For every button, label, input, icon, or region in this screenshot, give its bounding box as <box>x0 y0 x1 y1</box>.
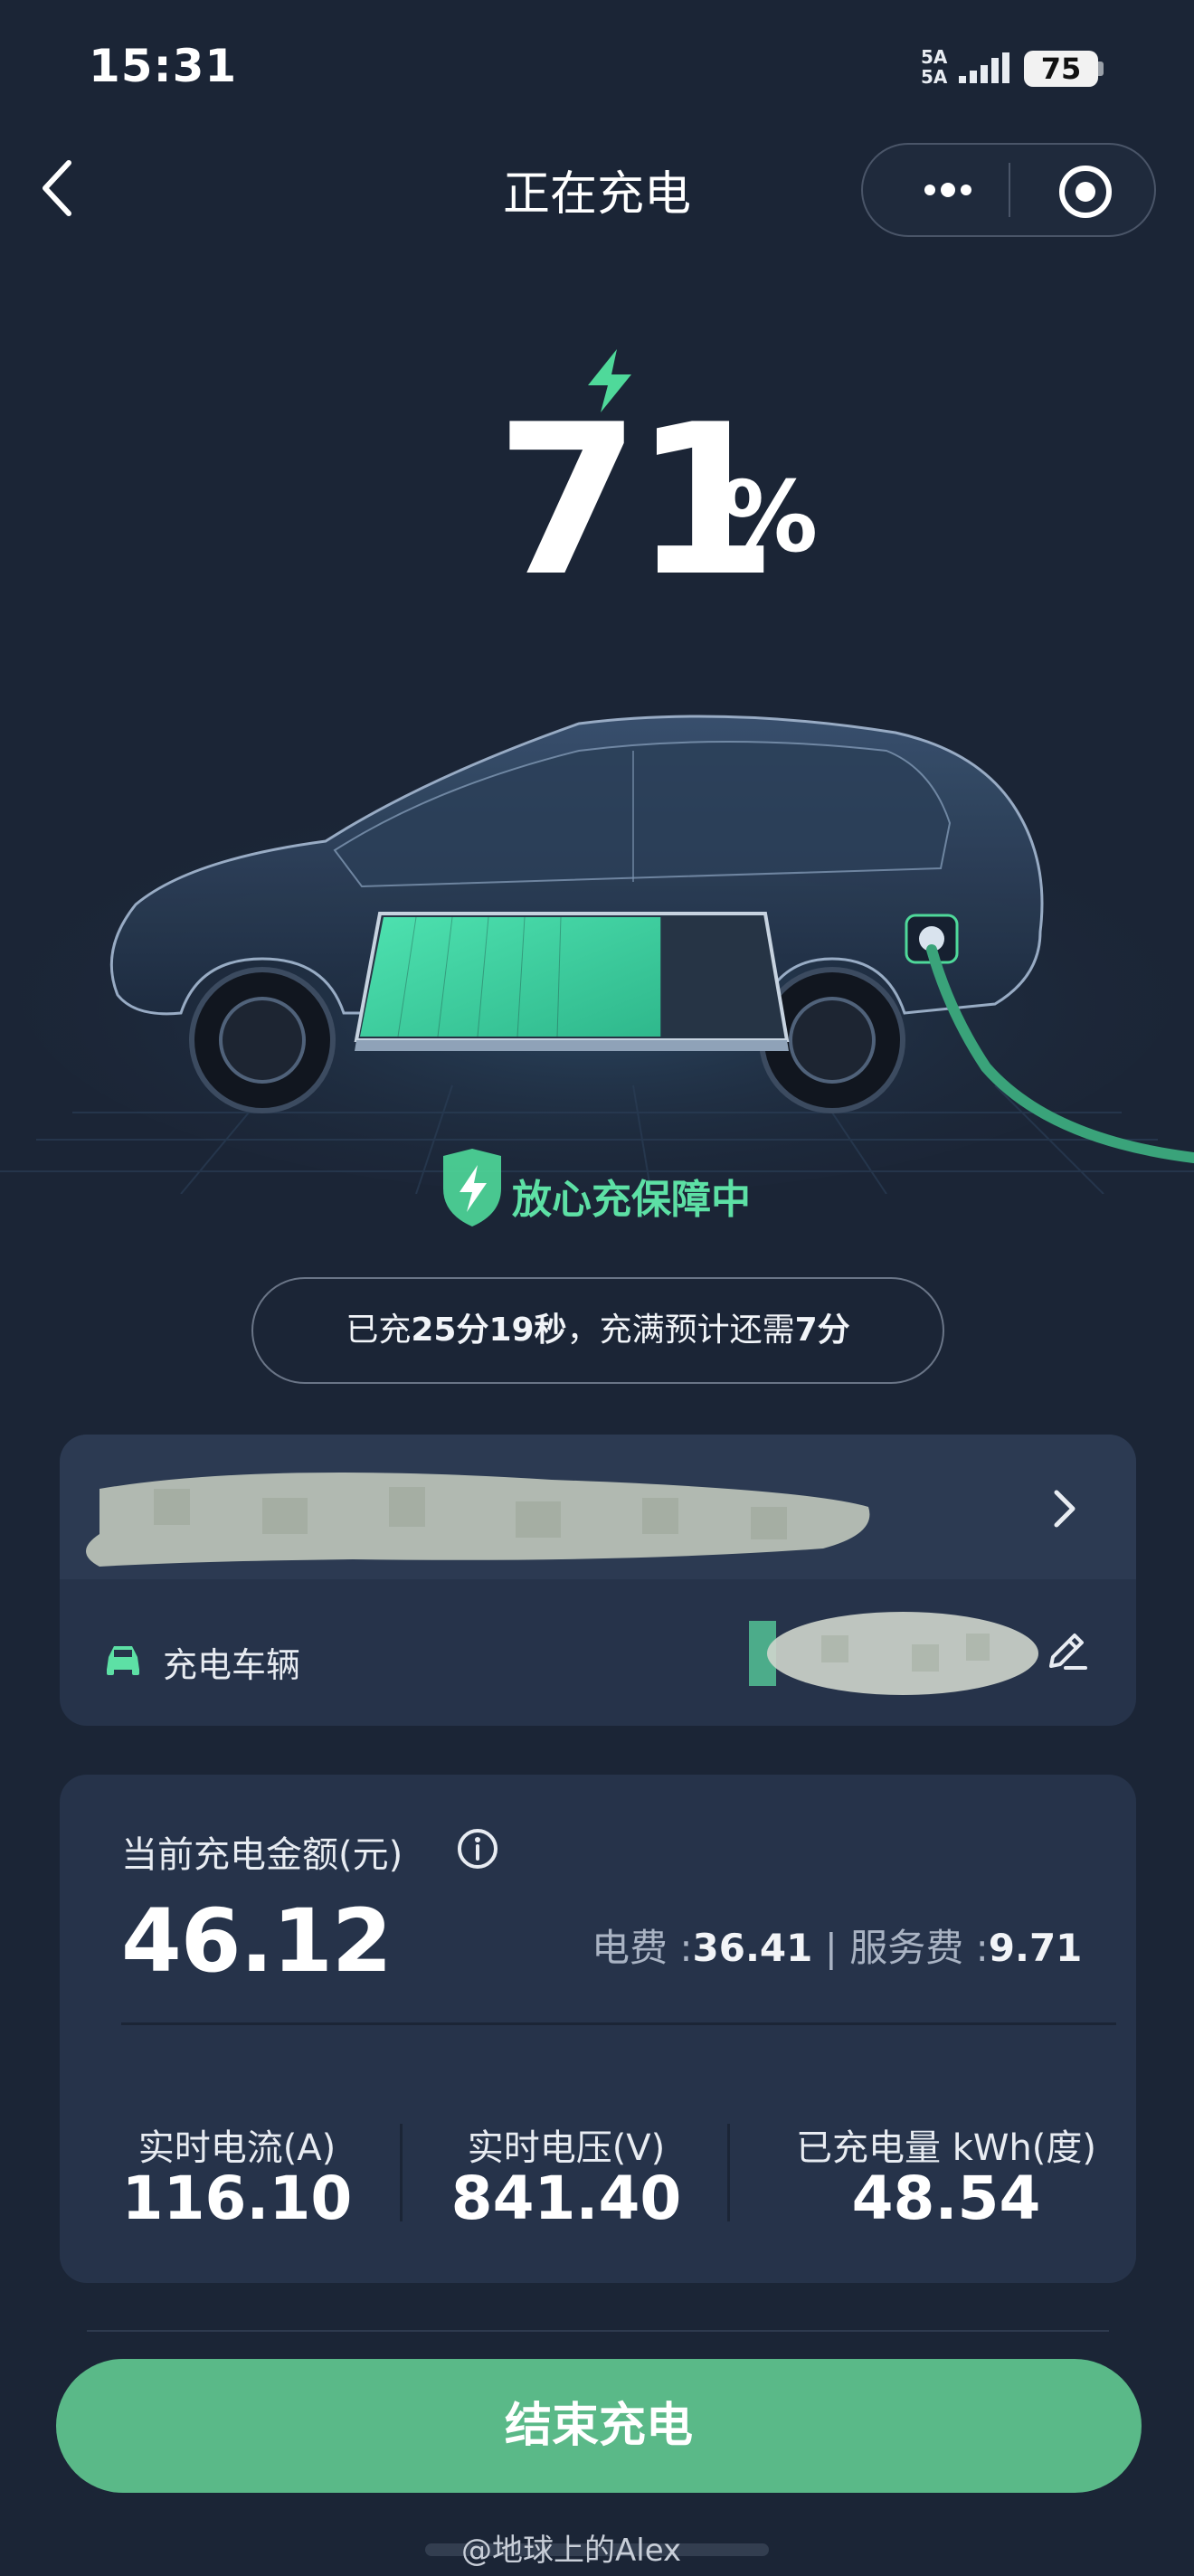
car-icon <box>107 1646 139 1675</box>
fee-breakdown: 电费 :36.41 | 服务费 :9.71 <box>592 1918 1082 1973</box>
battery-indicator: 75 <box>1024 51 1098 87</box>
charge-time-pill: 已充25分19秒，充满预计还需7分 <box>251 1277 944 1384</box>
fee-separator: | <box>824 1926 838 1970</box>
chevron-right-icon[interactable] <box>1044 1483 1085 1534</box>
service-fee-label: 服务费 : <box>849 1926 989 1970</box>
stat-divider <box>727 2124 730 2221</box>
electric-fee-label: 电费 : <box>592 1926 693 1970</box>
signal-bars-icon <box>959 52 1009 83</box>
amount-divider <box>121 2022 1116 2025</box>
elapsed-time: 25分19秒 <box>411 1312 567 1349</box>
stat-divider <box>400 2124 403 2221</box>
status-time: 15:31 <box>89 40 238 92</box>
amount-label: 当前充电金额(元) <box>121 1834 403 1876</box>
elapsed-prefix: 已充 <box>346 1312 412 1349</box>
assurance-label: 放心充保障中 <box>512 1177 751 1223</box>
electric-fee-value: 36.41 <box>692 1926 813 1970</box>
percent-sign: % <box>720 461 819 574</box>
voltage-value: 841.40 <box>450 2164 682 2233</box>
more-icon[interactable] <box>896 154 995 226</box>
remaining-prefix: ，充满预计还需 <box>566 1312 795 1349</box>
car-illustration <box>0 715 1194 1194</box>
remaining-time: 7分 <box>794 1312 850 1349</box>
info-icon[interactable] <box>456 1827 499 1870</box>
end-charging-button[interactable]: 结束充电 <box>56 2359 1142 2493</box>
capsule-divider <box>1009 163 1010 217</box>
watermark: @地球上的Alex <box>461 2533 682 2569</box>
bottom-divider <box>87 2330 1109 2332</box>
energy-value: 48.54 <box>851 2164 1041 2233</box>
current-value: 116.10 <box>121 2164 353 2233</box>
vehicle-label: 充电车辆 <box>163 1645 301 1685</box>
signal-type-label: 5A 5A <box>921 46 948 88</box>
station-name-redacted <box>86 1473 870 1567</box>
license-plate-redacted <box>749 1612 1038 1695</box>
target-icon[interactable] <box>1040 156 1131 228</box>
amount-value: 46.12 <box>121 1890 393 1992</box>
service-fee-value: 9.71 <box>988 1926 1083 1970</box>
edit-pencil-icon[interactable] <box>1044 1626 1091 1673</box>
battery-tip <box>1098 62 1104 76</box>
